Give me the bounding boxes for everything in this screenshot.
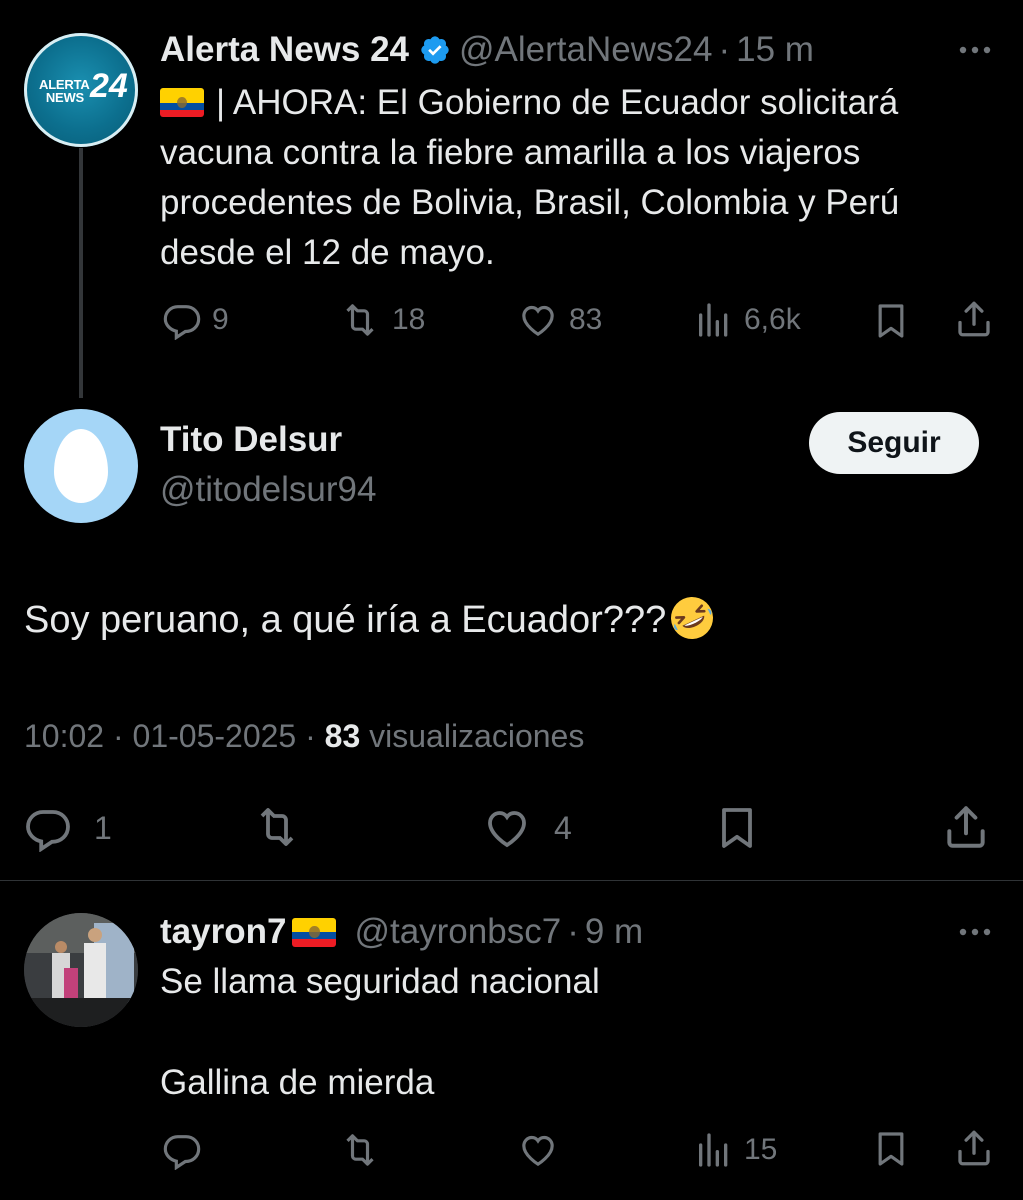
bookmark-icon[interactable]	[871, 300, 911, 342]
post2-reply-action[interactable]: 1	[24, 804, 112, 852]
avatar-photo	[24, 913, 138, 1027]
post3-views-action[interactable]: 15	[694, 1130, 777, 1170]
post1-repost-count: 18	[392, 303, 426, 336]
post2-views-count[interactable]: 83	[325, 718, 361, 754]
reply-icon[interactable]	[162, 1130, 202, 1170]
bookmark-icon[interactable]	[871, 1128, 911, 1170]
views-icon	[694, 1130, 734, 1170]
more-options-icon[interactable]	[955, 920, 995, 944]
avatar-logo-number: 24	[90, 67, 128, 105]
repost-icon[interactable]	[338, 1130, 382, 1170]
post3-views-count: 15	[744, 1133, 778, 1166]
repost-icon	[338, 300, 382, 340]
post2-text: Soy peruano, a qué iría a Ecuador???	[24, 594, 716, 655]
post2-time[interactable]: 10:02	[24, 718, 104, 754]
views-icon	[694, 300, 734, 340]
more-options-icon[interactable]	[955, 38, 995, 62]
post1-author-name[interactable]: Alerta News 24	[160, 30, 409, 70]
tayron7-avatar[interactable]	[24, 913, 138, 1027]
follow-button[interactable]: Seguir	[809, 412, 979, 474]
heart-icon	[482, 804, 532, 852]
tito-delsur-avatar[interactable]	[24, 409, 138, 523]
post3-header: tayron7 @tayronbsc7 · 9 m	[160, 910, 643, 954]
post3-handle[interactable]: @tayronbsc7	[354, 912, 561, 952]
thread-connector-line	[79, 148, 83, 398]
rolling-laughing-emoji-icon	[668, 594, 716, 655]
verified-badge-icon	[419, 34, 451, 66]
post2-handle[interactable]: @titodelsur94	[160, 470, 376, 510]
heart-icon[interactable]	[517, 1130, 559, 1170]
post1-time[interactable]: 15 m	[736, 30, 814, 70]
post1-header: Alerta News 24 @AlertaNews24 · 15 m	[160, 28, 814, 72]
post1-separator: ·	[718, 30, 731, 69]
alerta-news-avatar[interactable]: ALERTA NEWS 24	[24, 33, 138, 147]
post2-separator-1: ·	[112, 718, 124, 754]
reply-divider	[0, 880, 1023, 881]
post1-reply-action[interactable]: 9	[162, 300, 229, 340]
post3-separator: ·	[567, 912, 579, 951]
post1-views-count: 6,6k	[744, 303, 801, 336]
post3-time[interactable]: 9 m	[585, 912, 643, 952]
reply-icon	[24, 804, 72, 852]
repost-icon[interactable]	[251, 803, 303, 851]
ecuador-flag-icon	[160, 88, 204, 117]
post1-body: | AHORA: El Gobierno de Ecuador solicita…	[160, 83, 900, 272]
post2-author-name[interactable]: Tito Delsur	[160, 420, 342, 460]
post2-meta: 10:02 · 01-05-2025 · 83 visualizaciones	[24, 718, 584, 755]
share-icon[interactable]	[953, 298, 995, 340]
share-icon[interactable]	[941, 802, 991, 852]
post1-like-action[interactable]: 83	[517, 300, 602, 340]
post2-like-count: 4	[554, 809, 572, 846]
post2-reply-count: 1	[94, 809, 112, 846]
share-icon[interactable]	[953, 1127, 995, 1169]
post1-handle[interactable]: @AlertaNews24	[459, 30, 712, 70]
post3-text-line-1: Se llama seguridad nacional	[160, 962, 600, 1001]
avatar-logo-text: ALERTA NEWS	[39, 77, 90, 105]
post1-repost-action[interactable]: 18	[338, 300, 425, 340]
ecuador-flag-icon	[292, 917, 337, 947]
post2-like-action[interactable]: 4	[482, 804, 572, 852]
post3-text-line-2: Gallina de mierda	[160, 1063, 435, 1102]
post1-reply-count: 9	[212, 303, 229, 336]
post1-like-count: 83	[569, 303, 603, 336]
post1-views-action[interactable]: 6,6k	[694, 300, 801, 340]
heart-icon	[517, 300, 559, 340]
bookmark-icon[interactable]	[713, 802, 761, 854]
reply-icon	[162, 300, 202, 340]
post2-body: Soy peruano, a qué iría a Ecuador???	[24, 599, 667, 641]
default-egg-avatar-icon	[54, 429, 108, 503]
post2-views-label[interactable]: visualizaciones	[369, 718, 584, 754]
post1-text: | AHORA: El Gobierno de Ecuador solicita…	[160, 78, 1000, 278]
post2-date[interactable]: 01-05-2025	[133, 718, 297, 754]
post3-author-name[interactable]: tayron7	[160, 912, 286, 952]
post2-separator-2: ·	[305, 718, 316, 754]
